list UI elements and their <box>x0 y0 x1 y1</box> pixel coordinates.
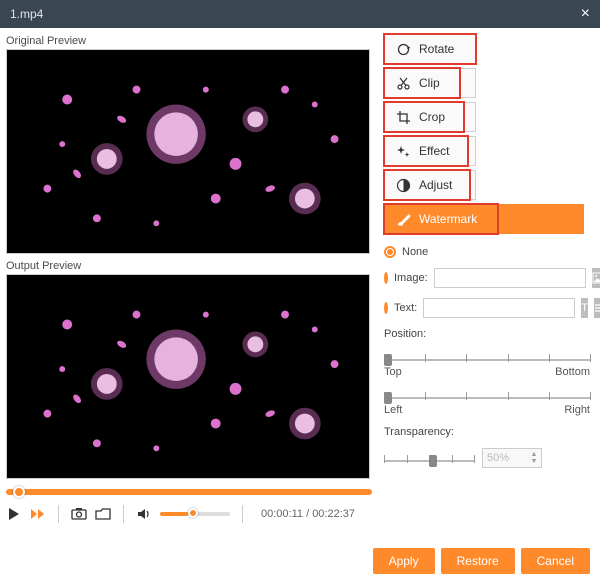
tab-rotate[interactable]: Rotate <box>384 34 476 64</box>
cancel-button[interactable]: Cancel <box>521 548 590 574</box>
rotate-icon <box>395 41 411 57</box>
radio-none[interactable] <box>384 246 396 258</box>
apply-button[interactable]: Apply <box>373 548 435 574</box>
separator <box>123 505 124 523</box>
output-preview <box>6 274 370 479</box>
separator <box>58 505 59 523</box>
radio-none-row[interactable]: None <box>384 246 590 258</box>
tab-label: Clip <box>419 76 440 90</box>
text-field[interactable] <box>423 298 575 318</box>
content-area: Original Preview <box>0 28 600 582</box>
image-icon <box>592 272 600 284</box>
chevron-down-icon[interactable]: ▼ <box>531 458 538 465</box>
font-button[interactable]: T <box>581 298 588 318</box>
volume-icon[interactable] <box>136 506 152 522</box>
window-title: 1.mp4 <box>10 7 43 21</box>
output-preview-label: Output Preview <box>6 260 372 272</box>
brush-icon <box>395 211 411 227</box>
tab-crop[interactable]: Crop <box>384 102 476 132</box>
tab-label: Rotate <box>419 42 454 56</box>
original-preview-label: Original Preview <box>6 35 372 47</box>
restore-button[interactable]: Restore <box>441 548 515 574</box>
transparency-row: 50% ▲▼ <box>384 448 590 468</box>
volume-fill <box>160 512 188 516</box>
pos-v-max: Bottom <box>555 366 590 378</box>
chevron-up-icon[interactable]: ▲ <box>531 451 538 458</box>
left-pane: Original Preview <box>0 28 380 582</box>
contrast-icon <box>395 177 411 193</box>
tab-label: Effect <box>419 144 449 158</box>
position-horizontal-thumb[interactable] <box>384 392 392 404</box>
time-current: 00:00:11 <box>261 508 303 520</box>
radio-image-row[interactable]: Image: <box>384 268 590 288</box>
play-icon[interactable] <box>6 506 22 522</box>
radio-none-label: None <box>402 246 428 258</box>
close-icon[interactable]: × <box>581 5 590 23</box>
position-vertical-thumb[interactable] <box>384 354 392 366</box>
player-controls: 00:00:11 / 00:22:37 <box>6 505 372 523</box>
transparency-value: 50% <box>483 452 527 464</box>
radio-text-row[interactable]: Text: T <box>384 298 590 318</box>
edit-tabs: Rotate Clip Crop <box>384 34 590 234</box>
tab-label: Adjust <box>419 178 452 192</box>
pos-h-max: Right <box>564 404 590 416</box>
folder-icon[interactable] <box>95 506 111 522</box>
right-pane: Rotate Clip Crop <box>380 28 600 582</box>
seek-thumb[interactable] <box>13 486 25 498</box>
menu-lines-icon <box>594 303 600 313</box>
transparency-thumb[interactable] <box>429 455 437 467</box>
radio-image[interactable] <box>384 272 388 284</box>
pos-h-min: Left <box>384 404 402 416</box>
radio-text[interactable] <box>384 302 388 314</box>
volume-thumb[interactable] <box>188 508 198 518</box>
image-path-field[interactable] <box>434 268 586 288</box>
original-preview-image <box>7 50 369 253</box>
radio-image-label: Image: <box>394 272 428 284</box>
tab-adjust[interactable]: Adjust <box>384 170 476 200</box>
transparency-stepper[interactable]: 50% ▲▼ <box>482 448 542 468</box>
original-preview <box>6 49 370 254</box>
position-label: Position: <box>384 328 590 340</box>
tab-watermark[interactable]: Watermark <box>384 204 584 234</box>
radio-text-label: Text: <box>394 302 417 314</box>
scissors-icon <box>395 75 411 91</box>
time-total: 00:22:37 <box>312 508 355 520</box>
camera-icon[interactable] <box>71 506 87 522</box>
browse-image-button[interactable] <box>592 268 600 288</box>
pos-v-min: Top <box>384 366 402 378</box>
volume-slider[interactable] <box>160 512 230 516</box>
sparkle-icon <box>395 143 411 159</box>
tab-clip[interactable]: Clip <box>384 68 476 98</box>
position-horizontal-block: Left Right <box>384 388 590 416</box>
tab-label: Watermark <box>419 212 477 226</box>
transparency-label: Transparency: <box>384 426 590 438</box>
titlebar: 1.mp4 × <box>0 0 600 28</box>
output-preview-image <box>7 275 369 478</box>
tab-effect[interactable]: Effect <box>384 136 476 166</box>
watermark-panel: None Image: Text: T Position: <box>384 246 590 468</box>
text-t-icon: T <box>581 302 588 314</box>
tab-label: Crop <box>419 110 445 124</box>
separator <box>242 505 243 523</box>
seek-slider[interactable] <box>6 489 372 495</box>
position-vertical-slider[interactable] <box>384 350 590 364</box>
position-horizontal-slider[interactable] <box>384 388 590 402</box>
footer-buttons: Apply Restore Cancel <box>384 540 590 574</box>
transparency-slider[interactable] <box>384 451 474 465</box>
position-vertical-block: Top Bottom <box>384 350 590 378</box>
text-settings-button[interactable] <box>594 298 600 318</box>
crop-icon <box>395 109 411 125</box>
time-display: 00:00:11 / 00:22:37 <box>261 508 355 520</box>
fast-forward-icon[interactable] <box>30 506 46 522</box>
